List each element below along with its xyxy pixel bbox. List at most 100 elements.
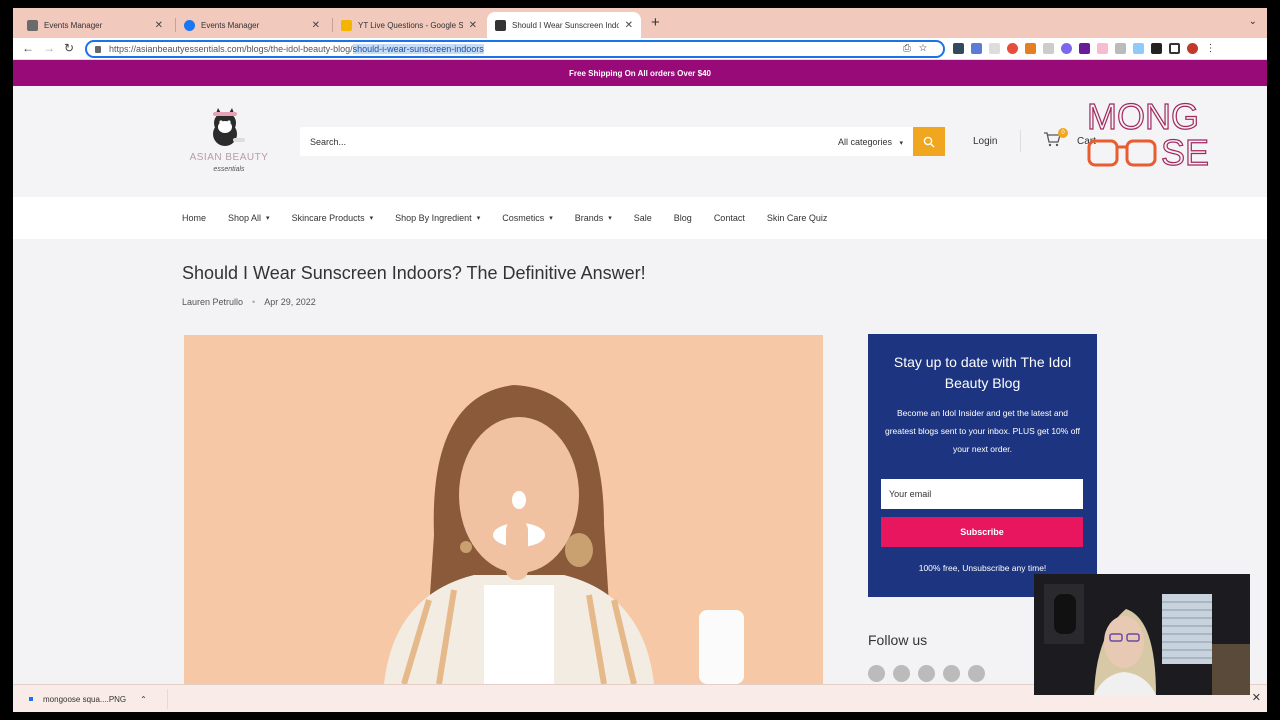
address-bar[interactable]: https://asianbeautyessentials.com/blogs/… bbox=[85, 40, 945, 58]
nav-label: Cosmetics bbox=[502, 213, 545, 223]
nav-home[interactable]: Home bbox=[182, 213, 206, 223]
tab-events-manager-2[interactable]: Events Manager ✕ bbox=[176, 12, 328, 38]
microphone-icon[interactable] bbox=[1115, 43, 1126, 54]
close-tab-icon[interactable]: ✕ bbox=[155, 20, 163, 31]
extensions-area: ⋮ bbox=[953, 43, 1216, 54]
login-link[interactable]: Login bbox=[973, 136, 997, 147]
url-selected-text: should-i-wear-sunscreen-indoors bbox=[352, 44, 484, 54]
chevron-up-icon[interactable]: ⌃ bbox=[140, 695, 147, 704]
nav-blog[interactable]: Blog bbox=[674, 213, 692, 223]
nav-brands[interactable]: Brands ▾ bbox=[575, 213, 612, 223]
more-menu-icon[interactable]: ⋮ bbox=[1205, 43, 1216, 54]
nav-label: Home bbox=[182, 213, 207, 223]
chevron-down-icon: ▾ bbox=[549, 215, 553, 222]
social-links bbox=[868, 665, 985, 682]
header-divider bbox=[1020, 130, 1021, 152]
profile-avatar[interactable] bbox=[1187, 43, 1198, 54]
extension-icon[interactable] bbox=[1079, 43, 1090, 54]
article-date: Apr 29, 2022 bbox=[264, 297, 316, 307]
back-icon[interactable]: ← bbox=[22, 41, 34, 55]
site-favicon-icon bbox=[495, 19, 506, 31]
instagram-icon[interactable] bbox=[893, 665, 910, 682]
puzzle-icon[interactable] bbox=[1151, 43, 1162, 54]
close-icon[interactable]: ✕ bbox=[1252, 691, 1261, 704]
facebook-icon[interactable] bbox=[868, 665, 885, 682]
close-tab-icon[interactable]: ✕ bbox=[469, 20, 477, 31]
article-title: Should I Wear Sunscreen Indoors? The Def… bbox=[182, 263, 646, 283]
newsletter-title: Stay up to date with The Idol Beauty Blo… bbox=[893, 354, 1072, 391]
webcam-overlay bbox=[1034, 574, 1250, 695]
file-icon bbox=[29, 697, 33, 701]
bookmark-star-icon[interactable]: ⎙☆ bbox=[903, 43, 935, 54]
extension-icon[interactable] bbox=[1097, 43, 1108, 54]
promo-banner[interactable]: Free Shipping On All orders Over $40 bbox=[13, 60, 1267, 86]
woman-sunscreen-photo bbox=[184, 335, 823, 684]
nav-label: Sale bbox=[633, 213, 652, 223]
forward-icon[interactable]: → bbox=[43, 41, 55, 55]
nav-skin-care-quiz[interactable]: Skin Care Quiz bbox=[767, 213, 828, 223]
tab-strip: Events Manager ✕ Events Manager ✕ YT Liv… bbox=[13, 8, 1267, 38]
nav-contact[interactable]: Contact bbox=[714, 213, 745, 223]
email-field[interactable] bbox=[881, 479, 1083, 509]
category-label: All categories bbox=[837, 136, 892, 147]
mongoose-logo-icon: MONG SE bbox=[1086, 95, 1209, 173]
nav-sale[interactable]: Sale bbox=[634, 213, 652, 223]
article-author[interactable]: Lauren Petrullo bbox=[182, 297, 243, 307]
svg-text:SE: SE bbox=[1161, 132, 1209, 173]
side-panel-icon[interactable] bbox=[1169, 43, 1180, 54]
extension-icon[interactable] bbox=[989, 43, 1000, 54]
nav-label: Skincare Products bbox=[291, 213, 365, 223]
category-select[interactable]: All categories ▾ bbox=[838, 137, 903, 147]
extension-icon[interactable] bbox=[971, 43, 982, 54]
facebook-icon bbox=[184, 19, 195, 31]
newsletter-footnote: 100% free, Unsubscribe any time! bbox=[918, 563, 1047, 573]
main-nav: Home Shop All ▾ Skincare Products ▾ Shop B… bbox=[13, 197, 1267, 239]
tab-search-icon[interactable]: ⌄ bbox=[1249, 16, 1257, 27]
search-input[interactable] bbox=[300, 127, 838, 156]
mongoose-watermark: MONG SE bbox=[1086, 95, 1227, 179]
nav-skincare-products[interactable]: Skincare Products ▾ bbox=[292, 213, 374, 223]
cart-button[interactable]: 0 bbox=[1043, 128, 1068, 152]
nav-cosmetics[interactable]: Cosmetics ▾ bbox=[502, 213, 553, 223]
tiktok-icon[interactable] bbox=[943, 665, 960, 682]
nav-shop-by-ingredient[interactable]: Shop By Ingredient ▾ bbox=[395, 213, 480, 223]
hero-image bbox=[184, 335, 823, 684]
chevron-down-icon: ▾ bbox=[608, 215, 612, 222]
tab-events-manager-1[interactable]: Events Manager ✕ bbox=[19, 12, 171, 38]
tab-sunscreen-article[interactable]: Should I Wear Sunscreen Indoo ✕ bbox=[487, 12, 641, 38]
lock-icon bbox=[95, 45, 101, 53]
reload-icon[interactable]: ↻ bbox=[64, 41, 74, 55]
nav-shop-all[interactable]: Shop All ▾ bbox=[228, 213, 270, 223]
search-button[interactable] bbox=[913, 127, 945, 156]
chevron-down-icon: ▾ bbox=[369, 215, 374, 222]
youtube-icon[interactable] bbox=[968, 665, 985, 682]
nav-label: Contact bbox=[713, 213, 745, 223]
close-tab-icon[interactable]: ✕ bbox=[625, 20, 633, 31]
nav-label: Shop By Ingredient bbox=[395, 213, 472, 223]
tab-yt-live-questions[interactable]: YT Live Questions - Google Sl ✕ bbox=[333, 12, 485, 38]
extension-icon[interactable] bbox=[1061, 43, 1072, 54]
extension-icon[interactable] bbox=[1043, 43, 1054, 54]
pinterest-icon[interactable] bbox=[918, 665, 935, 682]
tab-favicon-icon bbox=[27, 19, 38, 31]
download-item[interactable]: mongoose squa....PNG ⌃ bbox=[25, 689, 168, 709]
site-header: ASIAN BEAUTY essentials All categories ▾… bbox=[13, 86, 1267, 197]
newsletter-box: Stay up to date with The Idol Beauty Blo… bbox=[868, 334, 1097, 597]
extension-icon[interactable] bbox=[1025, 43, 1036, 54]
cart-count-badge: 0 bbox=[1058, 128, 1068, 138]
browser-toolbar: ← → ↻ https://asianbeautyessentials.com/… bbox=[13, 38, 1267, 60]
nav-label: Shop All bbox=[228, 213, 262, 223]
extension-icon[interactable] bbox=[1007, 43, 1018, 54]
chevron-down-icon: ▾ bbox=[899, 139, 903, 147]
new-tab-icon[interactable]: + bbox=[651, 14, 660, 31]
newsletter-description: Become an Idol Insider and get the lates… bbox=[885, 408, 1080, 454]
download-filename: mongoose squa....PNG bbox=[43, 694, 127, 704]
site-logo[interactable]: ASIAN BEAUTY essentials bbox=[183, 106, 275, 178]
close-tab-icon[interactable]: ✕ bbox=[312, 20, 320, 31]
extension-icon[interactable] bbox=[953, 43, 964, 54]
subscribe-button[interactable]: Subscribe bbox=[881, 517, 1083, 547]
url-base: https://asianbeautyessentials.com/blogs/… bbox=[109, 44, 353, 54]
follow-us-heading: Follow us bbox=[868, 632, 928, 648]
extension-icon[interactable] bbox=[1133, 43, 1144, 54]
meta-separator: • bbox=[252, 297, 256, 307]
